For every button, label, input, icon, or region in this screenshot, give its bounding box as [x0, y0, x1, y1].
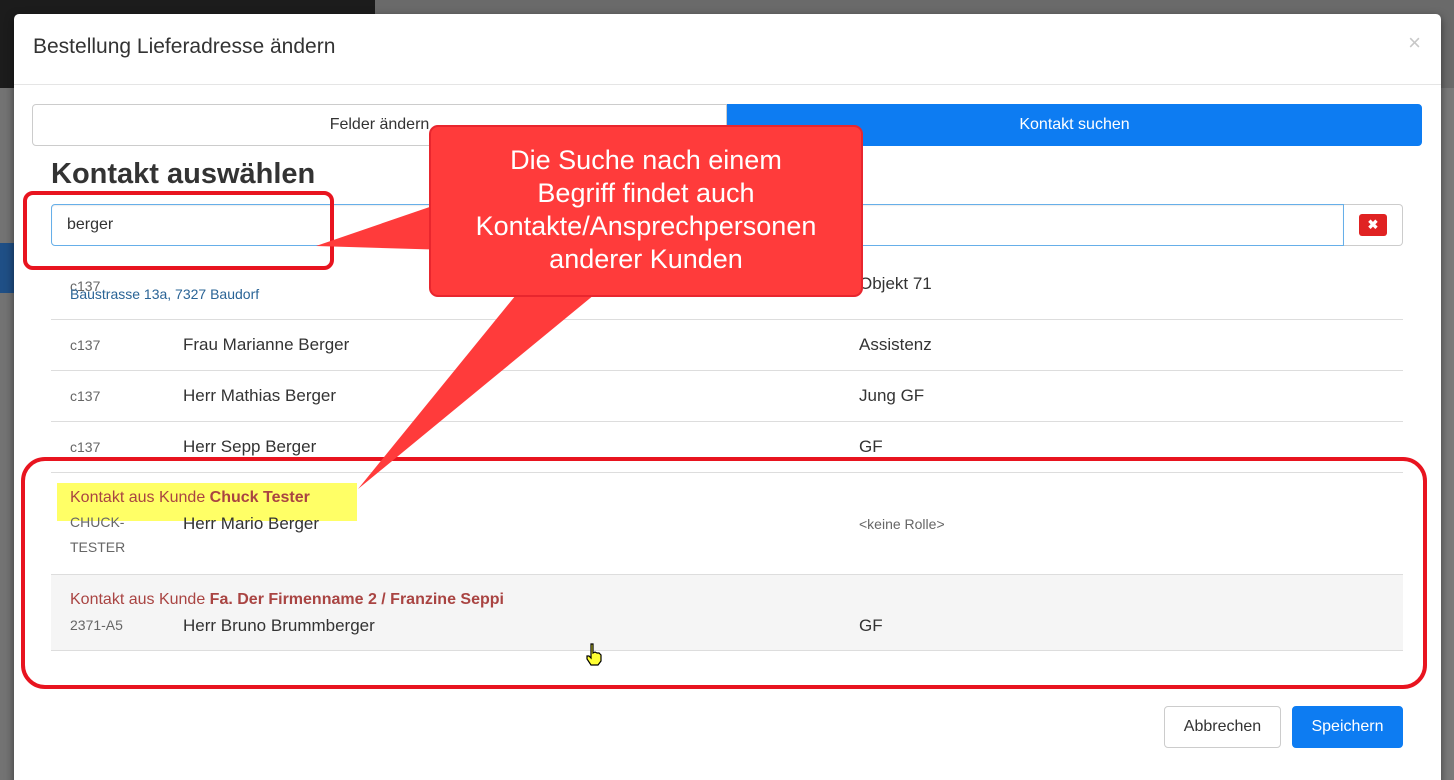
times-icon: ✖ — [1367, 217, 1379, 232]
contact-role: GF — [859, 616, 883, 635]
customer-code: c137 — [70, 439, 101, 455]
table-row[interactable]: c137 Herr Mathias Berger Jung GF — [51, 371, 1403, 422]
table-row[interactable]: Kontakt aus Kunde Chuck Tester CHUCK- TE… — [51, 473, 1403, 575]
contact-role: Objekt 71 — [859, 274, 932, 293]
change-delivery-address-modal: Bestellung Lieferadresse ändern × Felder… — [14, 14, 1441, 780]
section-title: Kontakt auswählen — [51, 158, 316, 190]
tab-group: Felder ändern Kontakt suchen — [32, 104, 1422, 146]
customer-name: Chuck Tester — [209, 489, 310, 506]
contact-role: Jung GF — [859, 386, 925, 405]
contact-name: Herr Bruno Brummberger — [183, 616, 375, 635]
note-prefix: Kontakt aus Kunde — [70, 591, 206, 608]
table-row[interactable]: c137 Herr Sepp Berger GF — [51, 422, 1403, 473]
cancel-button[interactable]: Abbrechen — [1164, 706, 1281, 748]
hand-cursor-icon — [586, 643, 602, 666]
clear-button-wrapper: ✖ — [1344, 204, 1403, 246]
table-row[interactable]: Kontakt aus Kunde Fa. Der Firmenname 2 /… — [51, 575, 1403, 651]
callout-line: Kontakte/Ansprechpersonen — [475, 211, 817, 241]
contact-role: GF — [859, 437, 883, 456]
customer-name: Fa. Der Firmenname 2 / Franzine Seppi — [209, 591, 504, 608]
customer-code: c137 — [70, 388, 101, 404]
clear-search-button[interactable]: ✖ — [1359, 214, 1387, 236]
customer-code: 2371-A5 — [70, 617, 123, 633]
tab-search-contact[interactable]: Kontakt suchen — [727, 104, 1422, 146]
tab-edit-fields[interactable]: Felder ändern — [32, 104, 727, 146]
address-link[interactable]: Baustrasse 13a, 7327 Baudorf — [70, 286, 259, 302]
close-icon[interactable]: × — [1408, 32, 1421, 54]
background-right-edge — [1440, 88, 1454, 780]
results-list: c137 Baustrasse 13a, 7327 Baudorf Objekt… — [51, 246, 1403, 651]
customer-code-line1: CHUCK- — [70, 514, 125, 530]
callout-text: Die Suche nach einem Begriff findet auch… — [434, 144, 858, 276]
contact-role: <keine Rolle> — [859, 516, 945, 532]
table-row[interactable]: c137 Frau Marianne Berger Assistenz — [51, 320, 1403, 371]
background-nav-marker — [0, 243, 14, 293]
callout-line: anderer Kunden — [549, 244, 743, 274]
other-customer-note: Kontakt aus Kunde Chuck Tester — [70, 489, 310, 507]
note-prefix: Kontakt aus Kunde — [70, 489, 206, 506]
customer-code: c137 — [70, 337, 101, 353]
callout-line: Begriff findet auch — [537, 178, 755, 208]
other-customer-note: Kontakt aus Kunde Fa. Der Firmenname 2 /… — [70, 591, 504, 609]
save-button[interactable]: Speichern — [1292, 706, 1403, 748]
contact-name: Herr Mathias Berger — [183, 386, 337, 405]
customer-code-line2: TESTER — [70, 539, 126, 555]
modal-title: Bestellung Lieferadresse ändern — [33, 35, 336, 58]
contact-name: Herr Sepp Berger — [183, 437, 317, 456]
contact-name: Frau Marianne Berger — [183, 335, 350, 354]
modal-header: Bestellung Lieferadresse ändern × — [14, 14, 1441, 85]
contact-name: Herr Mario Berger — [183, 514, 320, 533]
callout-line: Die Suche nach einem — [510, 145, 782, 175]
contact-role: Assistenz — [859, 335, 932, 354]
